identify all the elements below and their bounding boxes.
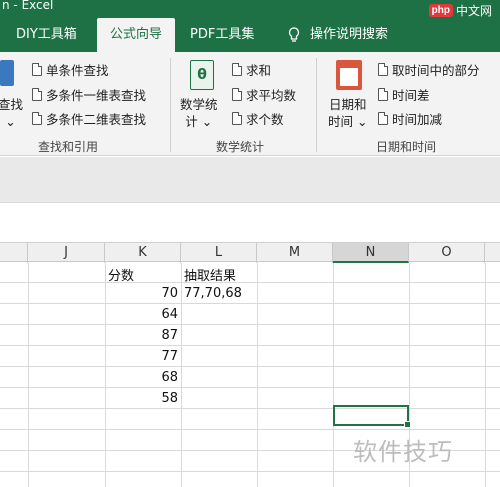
- math-stats-big-button[interactable]: 数学统计 ⌄: [180, 96, 218, 130]
- sum-button[interactable]: 求和: [232, 60, 271, 79]
- cell-k-score-5[interactable]: 68: [108, 370, 178, 385]
- php-badge: php: [428, 3, 453, 17]
- ribbon-tabs: DIY工具箱 公式向导 PDF工具集 操作说明搜索: [0, 18, 500, 52]
- dropdown-arrow-icon: ⌄: [201, 114, 213, 129]
- dropdown-arrow-icon: ⌄: [357, 114, 368, 129]
- tab-formula-wizard[interactable]: 公式向导: [97, 18, 175, 52]
- time-difference-label: 时间差: [392, 88, 430, 103]
- single-condition-lookup-button[interactable]: 单条件查找: [32, 60, 109, 79]
- column-header-l[interactable]: L: [181, 243, 257, 263]
- php-site-name: 中文网: [455, 3, 492, 18]
- calendar-icon: [336, 60, 362, 90]
- cell-l-header[interactable]: 抽取结果: [184, 265, 236, 284]
- count-button[interactable]: 求个数: [232, 109, 284, 128]
- math-stats-big-label-2: 计: [185, 114, 198, 129]
- extract-time-part-label: 取时间中的部分: [392, 63, 480, 78]
- cell-l-result[interactable]: 77,70,68: [184, 286, 242, 301]
- group-separator: [316, 58, 317, 152]
- tab-pdf-tools[interactable]: PDF工具集: [190, 18, 254, 52]
- cell-k-score-1[interactable]: 70: [108, 286, 178, 301]
- lightbulb-icon: [288, 27, 300, 42]
- time-add-subtract-label: 时间加减: [392, 112, 443, 127]
- tell-me-search[interactable]: 操作说明搜索: [288, 18, 388, 52]
- multi-condition-1d-lookup-label: 多条件一维表查找: [46, 88, 147, 103]
- lookup-big-button[interactable]: 查找 ⌄: [0, 96, 23, 130]
- group-separator: [170, 58, 171, 152]
- multi-condition-2d-lookup-label: 多条件二维表查找: [46, 112, 147, 127]
- doc-icon: [232, 63, 242, 76]
- title-bar: n - Excel: [0, 0, 500, 18]
- math-stats-icon: θ: [190, 60, 214, 90]
- date-time-big-label: 日期和: [328, 97, 367, 112]
- cell-k-score-6[interactable]: 58: [108, 391, 178, 406]
- doc-icon: [232, 88, 242, 101]
- column-header-j[interactable]: J: [28, 243, 105, 263]
- column-headers: J K L M N O: [0, 242, 500, 263]
- doc-icon: [232, 112, 242, 125]
- column-header-m[interactable]: M: [257, 243, 333, 263]
- multi-condition-2d-lookup-button[interactable]: 多条件二维表查找: [32, 109, 146, 128]
- cell-k-score-2[interactable]: 64: [108, 307, 178, 322]
- tell-me-label: 操作说明搜索: [310, 27, 389, 42]
- tab-diy-toolbox[interactable]: DIY工具箱: [16, 18, 77, 52]
- column-header-o[interactable]: O: [409, 243, 485, 263]
- ribbon-panel: 查找 ⌄ 单条件查找 多条件一维表查找 多条件二维表查找 查找和引用 θ 数学统计…: [0, 52, 500, 156]
- single-condition-lookup-label: 单条件查找: [46, 63, 109, 78]
- group-label-math-stats: 数学统计: [216, 140, 265, 154]
- cell-k-score-4[interactable]: 77: [108, 349, 178, 364]
- date-time-big-button[interactable]: 日期和时间 ⌄: [328, 96, 367, 130]
- average-button[interactable]: 求平均数: [232, 85, 296, 104]
- average-label: 求平均数: [246, 88, 297, 103]
- date-time-big-label-2: 时间: [328, 114, 354, 129]
- count-label: 求个数: [246, 112, 284, 127]
- extract-time-part-button[interactable]: 取时间中的部分: [378, 60, 480, 79]
- lookup-big-label: 查找: [0, 97, 24, 112]
- doc-icon: [378, 112, 388, 125]
- cell-k-header[interactable]: 分数: [108, 265, 134, 284]
- lookup-icon: [0, 60, 14, 86]
- doc-icon: [32, 63, 42, 76]
- watermark-text: 软件技巧: [353, 438, 453, 466]
- doc-icon: [378, 88, 388, 101]
- doc-icon: [378, 63, 388, 76]
- column-header-blank[interactable]: [0, 243, 28, 263]
- cell-k-score-3[interactable]: 87: [108, 328, 178, 343]
- sum-label: 求和: [246, 63, 272, 78]
- watermark-logo: php 中文网: [428, 0, 492, 20]
- group-label-date-time: 日期和时间: [376, 140, 437, 154]
- doc-icon: [32, 112, 42, 125]
- time-difference-button[interactable]: 时间差: [378, 85, 430, 104]
- group-label-lookup: 查找和引用: [38, 140, 99, 154]
- column-header-n[interactable]: N: [333, 243, 409, 263]
- multi-condition-1d-lookup-button[interactable]: 多条件一维表查找: [32, 85, 146, 104]
- math-stats-big-label: 数学统: [180, 97, 218, 112]
- time-add-subtract-button[interactable]: 时间加减: [378, 109, 442, 128]
- window-title: n - Excel: [2, 0, 54, 12]
- column-header-k[interactable]: K: [105, 243, 181, 263]
- doc-icon: [32, 88, 42, 101]
- formula-bar-area: [0, 157, 500, 203]
- dropdown-arrow-icon: ⌄: [5, 114, 16, 129]
- active-cell-selection[interactable]: [333, 405, 411, 428]
